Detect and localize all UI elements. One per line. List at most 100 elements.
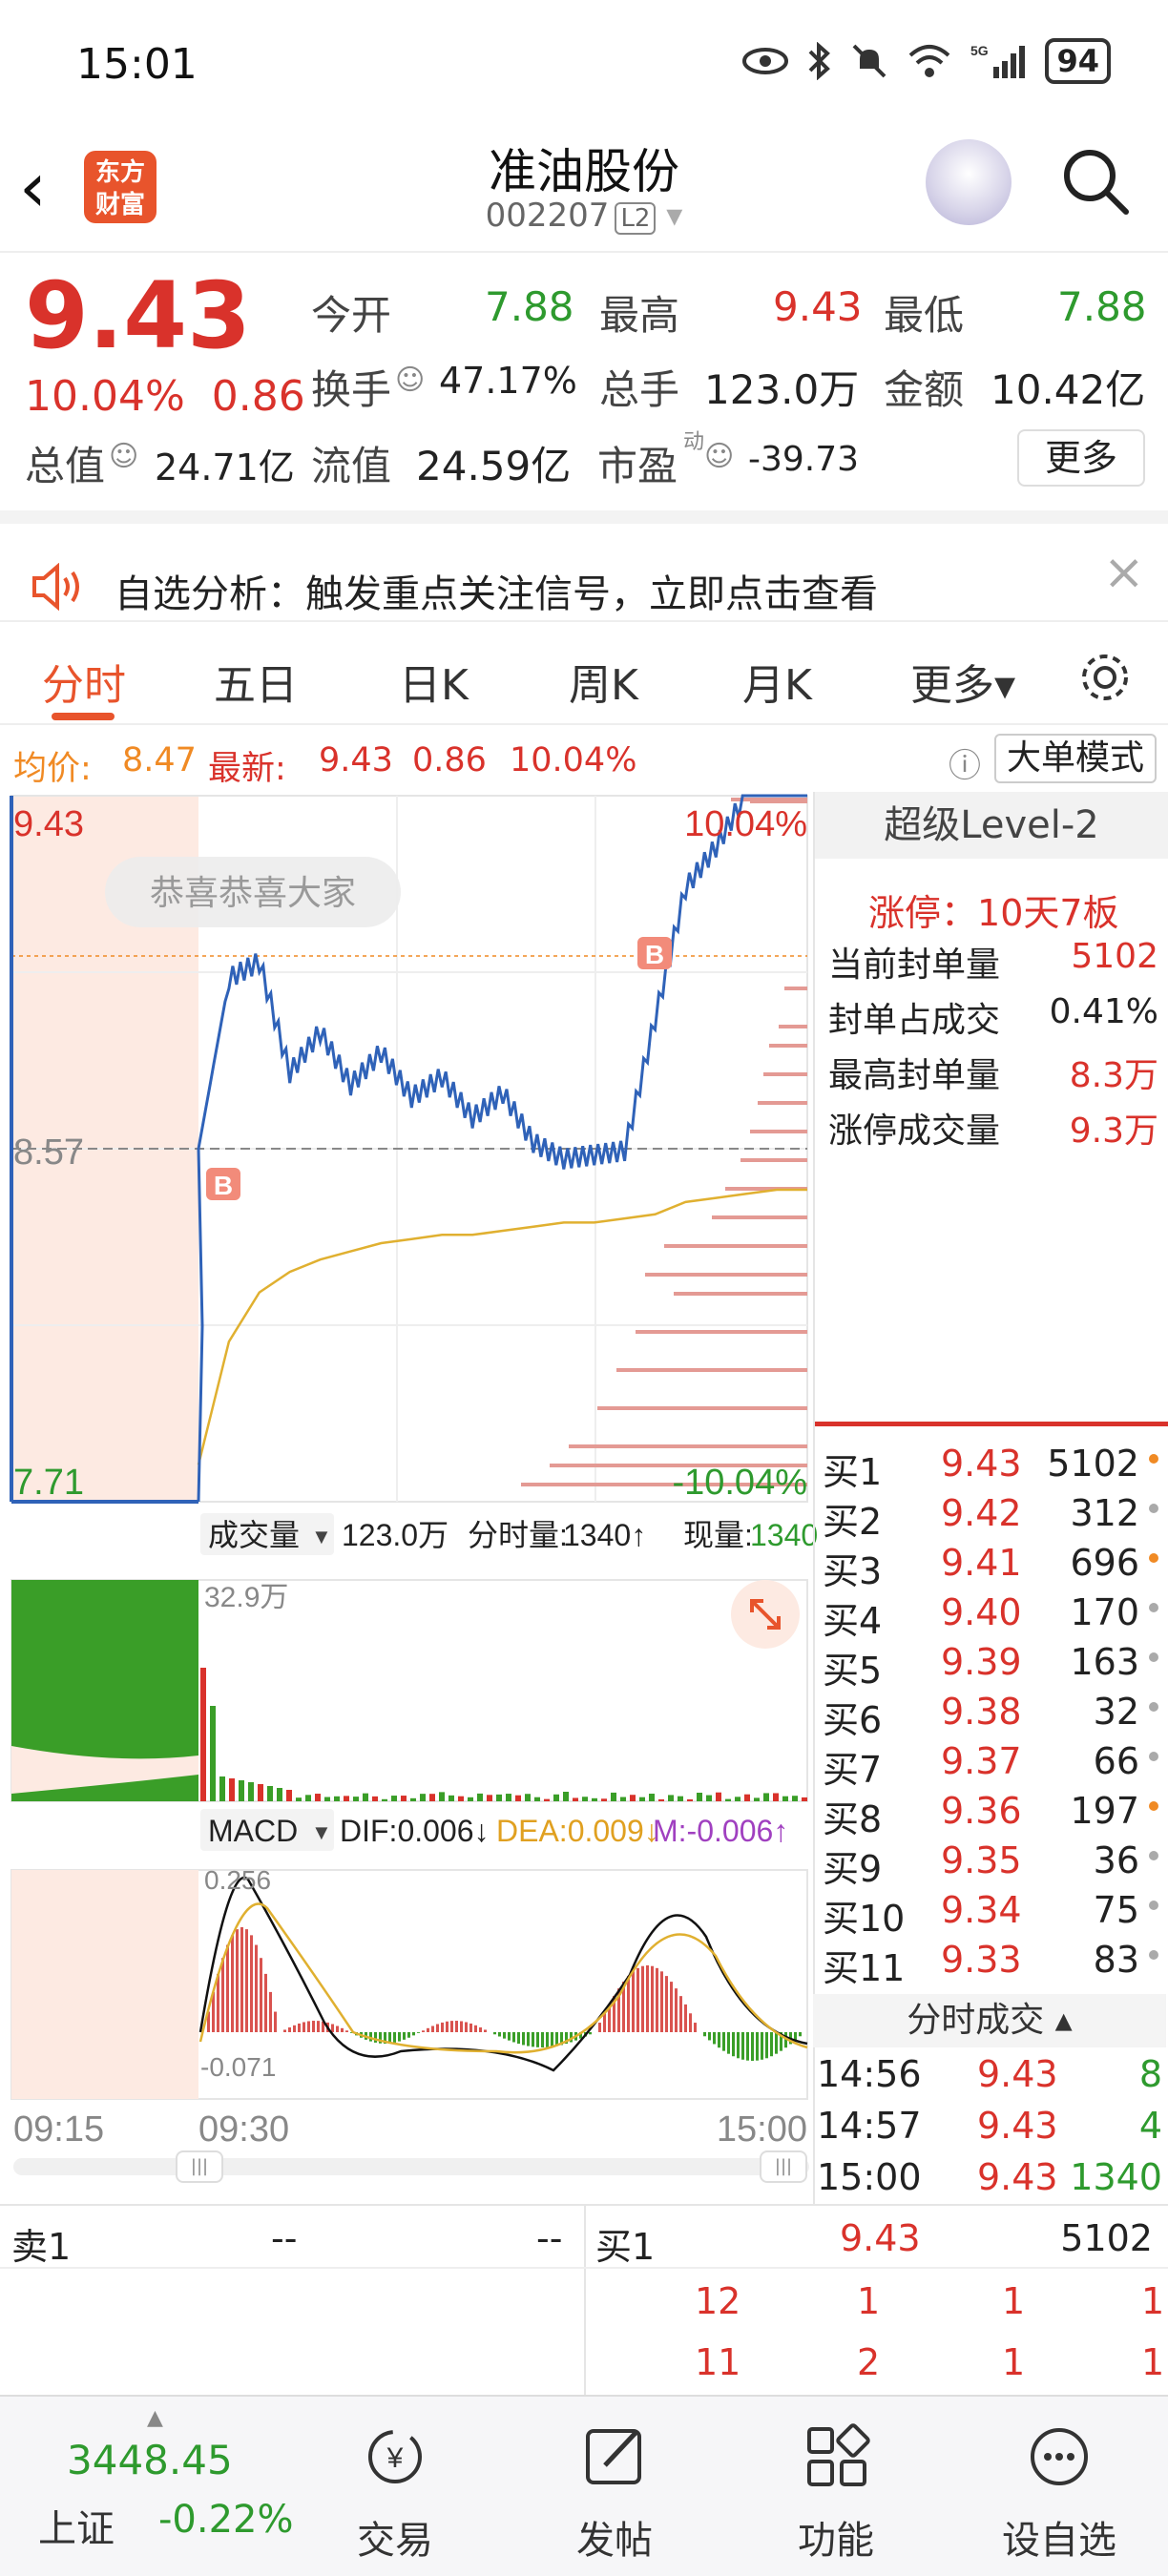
orderbook-label: 买9 <box>823 1839 882 1892</box>
orderbook-row[interactable]: 买4 9.40 170 <box>819 1591 1162 1641</box>
macd-bar <box>436 2025 439 2032</box>
change-row: 10.04% 0.86 <box>25 372 305 421</box>
avg-value: 8.47 <box>122 741 197 779</box>
info-circle-icon[interactable]: ☺ <box>395 364 425 397</box>
help-icon[interactable]: ⓘ <box>949 739 981 786</box>
macd-bar <box>493 2032 496 2034</box>
notice-bar[interactable]: 自选分析：触发重点关注信号，立即点击查看 × <box>0 525 1168 620</box>
nav-functions[interactable]: 功能 <box>760 2406 912 2568</box>
macd-bar <box>598 2023 601 2032</box>
nav-post[interactable]: 发帖 <box>538 2406 691 2568</box>
tab-monthly-k[interactable]: 月K <box>742 651 812 712</box>
index-ticker[interactable]: ▲ 3448.45 上证 -0.22% <box>10 2406 296 2568</box>
orderbook-row[interactable]: 买1 9.43 5102 <box>819 1443 1162 1492</box>
buy1-label: 买1 <box>595 2217 655 2270</box>
more-button[interactable]: 更多 <box>1017 429 1145 487</box>
orderbook-row[interactable]: 买6 9.38 32 <box>819 1691 1162 1740</box>
speaker-icon <box>29 563 86 611</box>
macd-bar <box>799 2032 802 2036</box>
orderbook-volume: 75 <box>1094 1889 1139 1931</box>
volume-value: 123.0万 <box>704 358 859 416</box>
macd-bar <box>446 2022 448 2032</box>
macd-bar <box>756 2032 759 2061</box>
tick-time: 15:00 <box>817 2156 922 2198</box>
macd-bar <box>226 1945 229 2032</box>
dot-icon <box>1149 1454 1158 1464</box>
eye-icon <box>741 47 789 75</box>
dot-icon <box>1149 1752 1158 1761</box>
orderbook-price: 9.39 <box>941 1641 1022 1683</box>
macd-bar <box>288 2027 291 2032</box>
queue-order: 11 <box>695 2341 740 2383</box>
orderbook-price: 9.33 <box>941 1939 1022 1981</box>
orderbook-price: 9.36 <box>941 1790 1022 1832</box>
macd-bar <box>589 2032 592 2034</box>
macd-bar <box>393 2032 396 2043</box>
macd-bar <box>751 2032 754 2061</box>
x-label-close: 15:00 <box>717 2109 807 2150</box>
macd-bar <box>703 2032 706 2036</box>
orderbook-row[interactable]: 买2 9.42 312 <box>819 1492 1162 1542</box>
nav-add-watchlist[interactable]: 设自选 <box>983 2406 1136 2568</box>
dot-icon <box>1149 1801 1158 1811</box>
range-handle-left[interactable]: ||| <box>176 2150 223 2183</box>
macd-bar <box>651 1966 654 2032</box>
tick-volume: 8 <box>1139 2053 1162 2095</box>
info-circle-icon[interactable]: ☺ <box>109 440 138 473</box>
orderbook-volume: 170 <box>1070 1591 1139 1633</box>
macd-bar <box>765 2032 768 2058</box>
depth-bar <box>784 987 807 990</box>
nav-post-label: 发帖 <box>538 2509 691 2565</box>
tab-daily-k[interactable]: 日K <box>399 651 469 712</box>
tab-weekly-k[interactable]: 周K <box>569 651 638 712</box>
macd-bar <box>264 1974 267 2032</box>
orderbook-row[interactable]: 买7 9.37 66 <box>819 1740 1162 1790</box>
range-scrollbar[interactable] <box>13 2158 809 2175</box>
macd-bar <box>636 1968 639 2032</box>
orderbook-row[interactable]: 买11 9.33 83 <box>819 1939 1162 1988</box>
tab-five-day[interactable]: 五日 <box>214 651 298 712</box>
orderbook-row[interactable]: 买10 9.34 75 <box>819 1889 1162 1939</box>
macd-bar <box>603 2013 606 2032</box>
level2-title[interactable]: 超级Level-2 <box>815 792 1168 859</box>
orderbook-row[interactable]: 买5 9.39 163 <box>819 1641 1162 1691</box>
big-order-mode-button[interactable]: 大单模式 <box>994 734 1157 783</box>
macd-bar <box>255 1945 258 2032</box>
orderbook-row[interactable]: 买3 9.41 696 <box>819 1542 1162 1591</box>
macd-bar <box>517 2032 520 2044</box>
macd-bar <box>670 1982 673 2032</box>
range-handle-right[interactable]: ||| <box>760 2150 807 2183</box>
latest-value: 9.43 <box>319 741 393 779</box>
nav-trade[interactable]: ¥ 交易 <box>319 2406 471 2568</box>
robot-avatar-icon[interactable] <box>926 139 1012 225</box>
macd-bar <box>551 2032 553 2046</box>
tab-more[interactable]: 更多▾ <box>910 651 1015 712</box>
index-name: 上证 <box>38 2498 115 2553</box>
close-icon[interactable]: × <box>1103 544 1145 601</box>
orderbook-price: 9.38 <box>941 1691 1022 1733</box>
macd-bar <box>431 2026 434 2032</box>
svg-text:5G: 5G <box>970 43 989 58</box>
macd-bar <box>713 2032 716 2044</box>
tab-intraday[interactable]: 分时 <box>42 651 126 712</box>
orderbook-row[interactable]: 买9 9.35 36 <box>819 1839 1162 1889</box>
gear-icon[interactable] <box>1076 649 1134 706</box>
macd-bar <box>536 2032 539 2047</box>
macd-bar <box>455 2021 458 2032</box>
search-icon[interactable] <box>1059 145 1130 216</box>
tick-title[interactable]: 分时成交 ▴ <box>813 1994 1166 2047</box>
depth-bar <box>763 1072 807 1076</box>
depth-bars <box>521 798 807 1486</box>
status-icons: 5G 94 <box>741 38 1111 84</box>
macd-bar <box>465 2022 468 2032</box>
orderbook-price: 9.43 <box>941 1443 1022 1485</box>
orderbook-row[interactable]: 买8 9.36 197 <box>819 1790 1162 1839</box>
turnover-label: 换手 <box>311 358 391 416</box>
info-circle-icon[interactable]: ☺ <box>704 440 734 473</box>
chevron-down-icon: ▾ <box>656 197 682 235</box>
macd-bar <box>727 2032 730 2054</box>
last-price: 9.43 <box>25 270 251 362</box>
macd-bar <box>331 2025 334 2032</box>
macd-bar <box>632 1971 635 2032</box>
macd-bar <box>398 2032 401 2042</box>
